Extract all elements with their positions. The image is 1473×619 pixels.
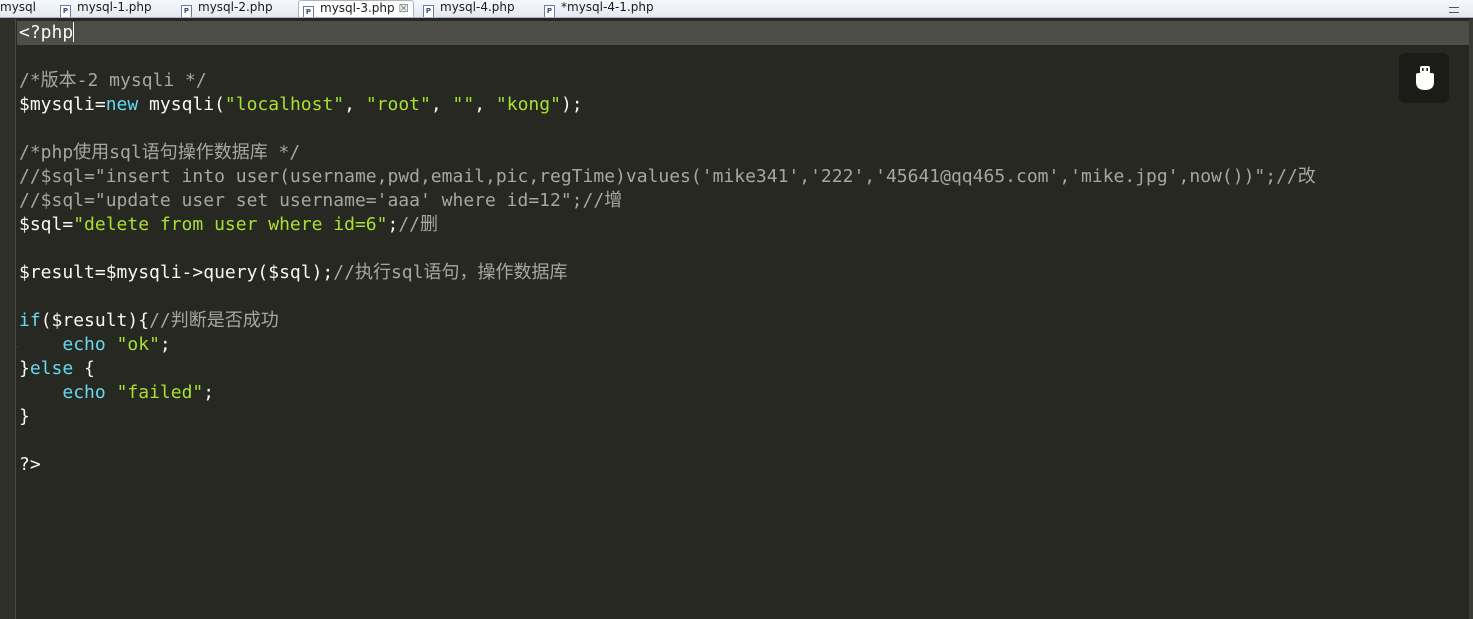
tab-mysql-3-php[interactable]: Pmysql-3.php ☒ [298,0,414,17]
tab-mysql-4-1-php[interactable]: P *mysql-4-1.php [544,0,654,17]
code-string: "" [452,94,475,115]
code-line[interactable]: 11$result=$mysqli->query($sql);//执行sql语句… [17,261,1473,285]
code-token: , [344,94,366,115]
code-keyword: echo [62,334,106,355]
code-token: , [474,94,496,115]
code-line[interactable]: 12 [17,285,1473,309]
code-string: "delete from user where id=6" [73,214,388,235]
tab-label: *mysql-4-1.php [561,0,654,14]
code-token: ); [560,94,583,115]
code-line[interactable]: 16 echo "failed"; [17,381,1473,405]
minimize-icon[interactable] [1449,7,1459,13]
php-file-icon: P [303,6,314,17]
code-token: ?> [19,454,41,475]
code-line[interactable]: 2 [17,45,1473,69]
code-line[interactable]: 1<?php [17,21,1473,45]
line-number-gutter [0,19,16,619]
code-keyword: else [29,358,74,379]
tab-label: mysql-2.php [198,0,273,14]
code-token: $sql= [19,214,74,235]
code-line[interactable]: 4$mysqli=new mysqli("localhost", "root",… [17,93,1473,117]
code-keyword: if [19,310,41,331]
code-comment: //判断是否成功 [149,310,279,331]
code-line[interactable]: 18 [17,429,1473,453]
code-token: ; [387,214,399,235]
code-token: { [73,358,95,379]
code-comment: /*php使用sql语句操作数据库 */ [19,142,301,163]
code-line[interactable]: 14 echo "ok"; [17,333,1473,357]
text-cursor [73,22,75,42]
code-token: <?php [19,22,74,43]
code-line[interactable]: 8//$sql="update user set username='aaa' … [17,189,1473,213]
php-file-icon: P [544,5,555,17]
code-token: ; [203,382,215,403]
close-icon[interactable]: ☒ [399,1,409,16]
code-token: $result=$mysqli->query($sql); [19,262,334,283]
code-line[interactable]: 13if($result){//判断是否成功 [17,309,1473,333]
code-line[interactable]: 15}else { [17,357,1473,381]
tab-mysql[interactable]: mysql [0,0,36,17]
tab-mysql-2-php[interactable]: Pmysql-2.php [181,0,273,17]
code-keyword: echo [62,382,106,403]
bag-icon [1416,66,1434,90]
code-line[interactable]: 6/*php使用sql语句操作数据库 */ [17,141,1473,165]
code-line[interactable]: 19?> [17,453,1473,477]
code-string: "ok" [116,334,160,355]
window-controls [1449,0,1459,17]
floating-tool-button[interactable] [1399,53,1449,103]
code-comment: //$sql="insert into user(username,pwd,em… [19,166,1316,187]
code-comment: //删 [398,214,438,235]
code-line[interactable]: 9$sql="delete from user where id=6";//删 [17,213,1473,237]
code-line[interactable]: 3/*版本-2 mysqli */ [17,69,1473,93]
code-token: ($result){ [40,310,150,331]
code-comment: //$sql="update user set username='aaa' w… [19,190,623,211]
editor-tab-bar: mysql Pmysql-1.php Pmysql-2.php Pmysql-3… [0,0,1473,18]
code-keyword: new [105,94,139,115]
code-comment: /*版本-2 mysqli */ [19,70,207,91]
code-editor[interactable]: 1<?php23/*版本-2 mysqli */4$mysqli=new mys… [0,19,1473,619]
code-area[interactable]: 1<?php23/*版本-2 mysqli */4$mysqli=new mys… [17,19,1473,619]
code-token: mysqli( [138,94,225,115]
php-file-icon: P [423,5,434,17]
code-string: "root" [365,94,431,115]
tab-mysql-1-php[interactable]: Pmysql-1.php [60,0,152,17]
code-string: "kong" [495,94,561,115]
tab-label: mysql [0,0,36,14]
code-token: $mysqli= [19,94,106,115]
code-line[interactable]: 17} [17,405,1473,429]
code-comment: //执行sql语句，操作数据库 [333,262,568,283]
code-line[interactable]: 10 [17,237,1473,261]
code-string: "failed" [116,382,204,403]
php-file-icon: P [60,5,71,17]
tab-label: mysql-4.php [440,0,515,14]
code-token: } [19,358,30,379]
tab-label: mysql-3.php [320,1,395,15]
code-token: , [430,94,453,115]
code-string: "localhost" [224,94,345,115]
code-token: } [19,406,30,427]
tab-mysql-4-php[interactable]: Pmysql-4.php [423,0,515,17]
code-line[interactable]: 7//$sql="insert into user(username,pwd,e… [17,165,1473,189]
tab-label: mysql-1.php [77,0,152,14]
code-line[interactable]: 5 [17,117,1473,141]
code-token: ; [159,334,171,355]
php-file-icon: P [181,5,192,17]
vertical-scrollbar[interactable] [1469,19,1473,619]
